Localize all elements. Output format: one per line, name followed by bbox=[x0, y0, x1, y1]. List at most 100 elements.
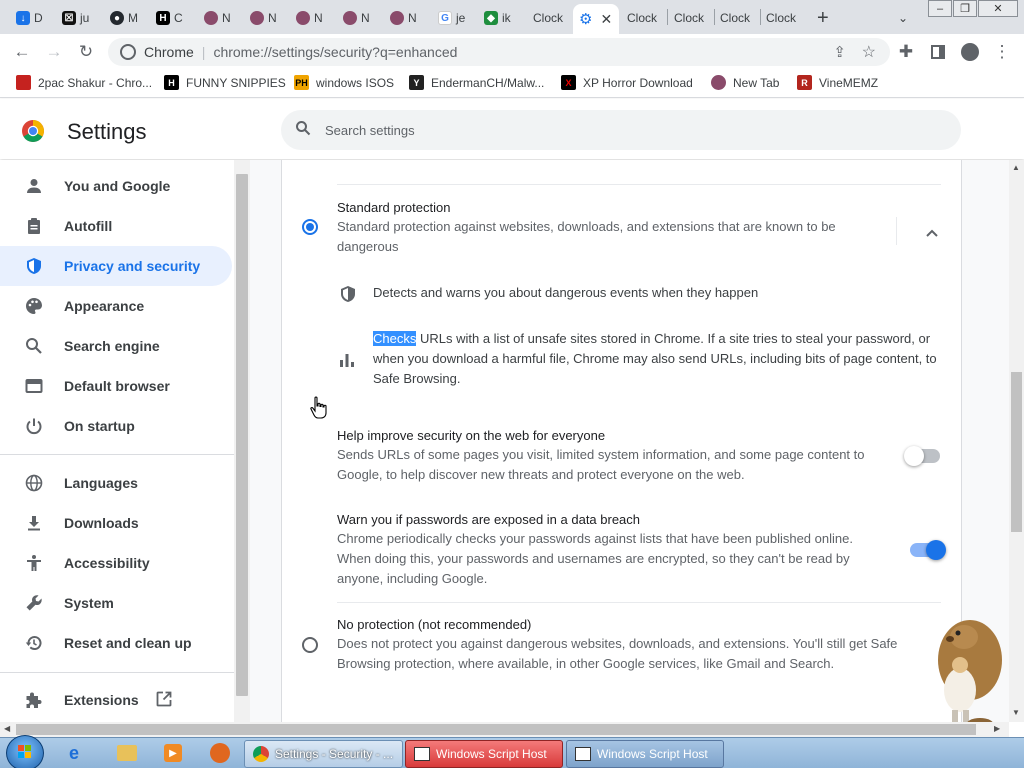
tab-n4[interactable]: N bbox=[343, 5, 379, 31]
password-warn-description: Chrome periodically checks your password… bbox=[337, 531, 853, 586]
sidebar: You and Google Autofill Privacy and secu… bbox=[0, 160, 250, 722]
internet-explorer-icon[interactable]: e bbox=[69, 743, 91, 763]
sidebar-item-downloads[interactable]: Downloads bbox=[0, 503, 232, 543]
no-protection-radio[interactable] bbox=[302, 637, 318, 653]
sidebar-item-languages[interactable]: Languages bbox=[0, 463, 232, 503]
close-tab-icon[interactable]: ✕ bbox=[600, 11, 612, 28]
tab-jupyter[interactable]: ☒ ju bbox=[62, 5, 96, 31]
paint-icon[interactable] bbox=[210, 743, 230, 763]
help-improve-toggle[interactable] bbox=[904, 446, 940, 466]
sidebar-item-privacy-and-security[interactable]: Privacy and security bbox=[0, 246, 232, 286]
minimize-button[interactable]: – bbox=[928, 0, 952, 17]
maximize-button[interactable]: ❐ bbox=[953, 0, 977, 17]
tab-h[interactable]: H C bbox=[156, 5, 188, 31]
sidebar-item-accessibility[interactable]: Accessibility bbox=[0, 543, 232, 583]
tab-clock-5[interactable]: Clock bbox=[766, 5, 802, 31]
bookmark-item[interactable]: PH windows ISOS bbox=[294, 75, 394, 90]
scroll-left-arrow-icon[interactable]: ◀ bbox=[4, 724, 10, 733]
reload-icon: ↻ bbox=[78, 42, 94, 61]
tab-clock-3[interactable]: Clock bbox=[674, 5, 710, 31]
media-player-icon[interactable]: ▶ bbox=[164, 744, 182, 762]
address-bar[interactable]: Chrome | chrome://settings/security?q=en… bbox=[108, 38, 890, 66]
scroll-down-arrow-icon[interactable]: ▼ bbox=[1012, 708, 1020, 717]
sidebar-item-appearance[interactable]: Appearance bbox=[0, 286, 232, 326]
profile-button[interactable] bbox=[960, 42, 980, 62]
sidebar-scrollbar-thumb[interactable] bbox=[236, 174, 248, 696]
bookmark-favicon bbox=[16, 75, 31, 90]
tab-github[interactable]: ● M bbox=[110, 5, 146, 31]
search-icon bbox=[295, 120, 311, 140]
side-panel-button[interactable] bbox=[928, 42, 948, 62]
tab-separator bbox=[667, 9, 668, 25]
task-label: Settings - Security - ... bbox=[275, 747, 394, 761]
ph-icon: PH bbox=[294, 75, 309, 90]
horizontal-scrollbar[interactable]: ◀ ▶ bbox=[0, 722, 1009, 737]
clipboard-icon bbox=[24, 216, 44, 236]
password-warn-toggle[interactable] bbox=[910, 540, 946, 560]
reload-button[interactable]: ↻ bbox=[76, 42, 96, 62]
forward-button[interactable]: → bbox=[44, 42, 64, 62]
collapse-button[interactable] bbox=[922, 222, 942, 242]
taskbar-task-script-host-2[interactable]: Windows Script Host bbox=[566, 740, 724, 768]
sidebar-item-you-and-google[interactable]: You and Google bbox=[0, 166, 232, 206]
new-tab-button[interactable]: + bbox=[817, 5, 837, 31]
sidebar-item-label: Accessibility bbox=[64, 555, 150, 571]
wrench-icon bbox=[24, 593, 44, 613]
tab-label: N bbox=[222, 11, 231, 25]
bookmark-star-icon[interactable]: ☆ bbox=[862, 42, 876, 62]
taskbar-task-chrome[interactable]: Settings - Security - ... bbox=[244, 740, 403, 768]
tab-label: Clock bbox=[627, 11, 658, 25]
scroll-right-arrow-icon[interactable]: ▶ bbox=[994, 724, 1000, 733]
password-warn-title: Warn you if passwords are exposed in a d… bbox=[337, 512, 641, 527]
scroll-up-arrow-icon[interactable]: ▲ bbox=[1012, 163, 1020, 172]
tab-n1[interactable]: N bbox=[204, 5, 240, 31]
sidebar-item-on-startup[interactable]: On startup bbox=[0, 406, 232, 446]
share-icon[interactable]: ⇪ bbox=[833, 43, 846, 61]
tab-app[interactable]: ◆ ik bbox=[484, 5, 520, 31]
close-window-button[interactable]: ✕ bbox=[978, 0, 1018, 17]
bookmark-item[interactable]: X XP Horror Download bbox=[561, 75, 693, 90]
tab-search-button[interactable]: ⌄ bbox=[898, 5, 914, 31]
sidebar-item-system[interactable]: System bbox=[0, 583, 232, 623]
tab-google[interactable]: G je bbox=[438, 5, 474, 31]
taskbar-task-script-host-1[interactable]: Windows Script Host bbox=[405, 740, 563, 768]
sidebar-item-default-browser[interactable]: Default browser bbox=[0, 366, 232, 406]
sidebar-item-search-engine[interactable]: Search engine bbox=[0, 326, 232, 366]
sidebar-item-extensions[interactable]: Extensions bbox=[0, 680, 232, 720]
plus-icon: + bbox=[817, 6, 829, 29]
bookmark-item[interactable]: R VineMEMZ bbox=[797, 75, 878, 90]
bookmark-item[interactable]: New Tab bbox=[711, 75, 779, 90]
avatar-icon bbox=[204, 11, 218, 25]
avatar-icon bbox=[711, 75, 726, 90]
tab-clock-2[interactable]: Clock bbox=[627, 5, 663, 31]
no-protection-description: Does not protect you against dangerous w… bbox=[337, 636, 898, 671]
folder-icon[interactable] bbox=[117, 745, 137, 761]
bookmark-item[interactable]: 2pac Shakur - Chro... bbox=[16, 75, 152, 90]
standard-protection-radio[interactable] bbox=[302, 219, 318, 235]
sidebar-item-label: On startup bbox=[64, 418, 135, 434]
horizontal-scrollbar-thumb[interactable] bbox=[16, 724, 976, 735]
page-scrollbar[interactable]: ▲ ▼ bbox=[1009, 160, 1024, 722]
side-panel-icon bbox=[931, 45, 945, 59]
search-settings-field[interactable]: Search settings bbox=[281, 110, 961, 150]
start-button[interactable] bbox=[6, 735, 44, 768]
sidebar-item-autofill[interactable]: Autofill bbox=[0, 206, 232, 246]
bookmark-item[interactable]: Y EndermanCH/Malw... bbox=[409, 75, 544, 90]
extensions-button[interactable]: ✚ bbox=[896, 42, 916, 62]
tab-clock-4[interactable]: Clock bbox=[720, 5, 756, 31]
menu-button[interactable]: ⋮ bbox=[992, 42, 1012, 62]
back-button[interactable]: ← bbox=[12, 42, 32, 62]
yp-icon: Y bbox=[409, 75, 424, 90]
tab-clock-1[interactable]: Clock bbox=[533, 5, 569, 31]
tab-download[interactable]: ↓ D bbox=[16, 5, 52, 31]
bookmark-item[interactable]: H FUNNY SNIPPIES bbox=[164, 75, 286, 90]
tab-settings-active[interactable]: ⚙ ✕ bbox=[573, 4, 619, 34]
tab-n2[interactable]: N bbox=[250, 5, 286, 31]
sidebar-item-reset-and-clean-up[interactable]: Reset and clean up bbox=[0, 623, 232, 663]
tab-n5[interactable]: N bbox=[390, 5, 426, 31]
bookmark-label: VineMEMZ bbox=[819, 75, 879, 90]
tab-n3[interactable]: N bbox=[296, 5, 332, 31]
sidebar-item-label: Privacy and security bbox=[64, 258, 201, 274]
page-scrollbar-thumb[interactable] bbox=[1011, 372, 1022, 532]
open-in-new-icon bbox=[155, 690, 173, 711]
